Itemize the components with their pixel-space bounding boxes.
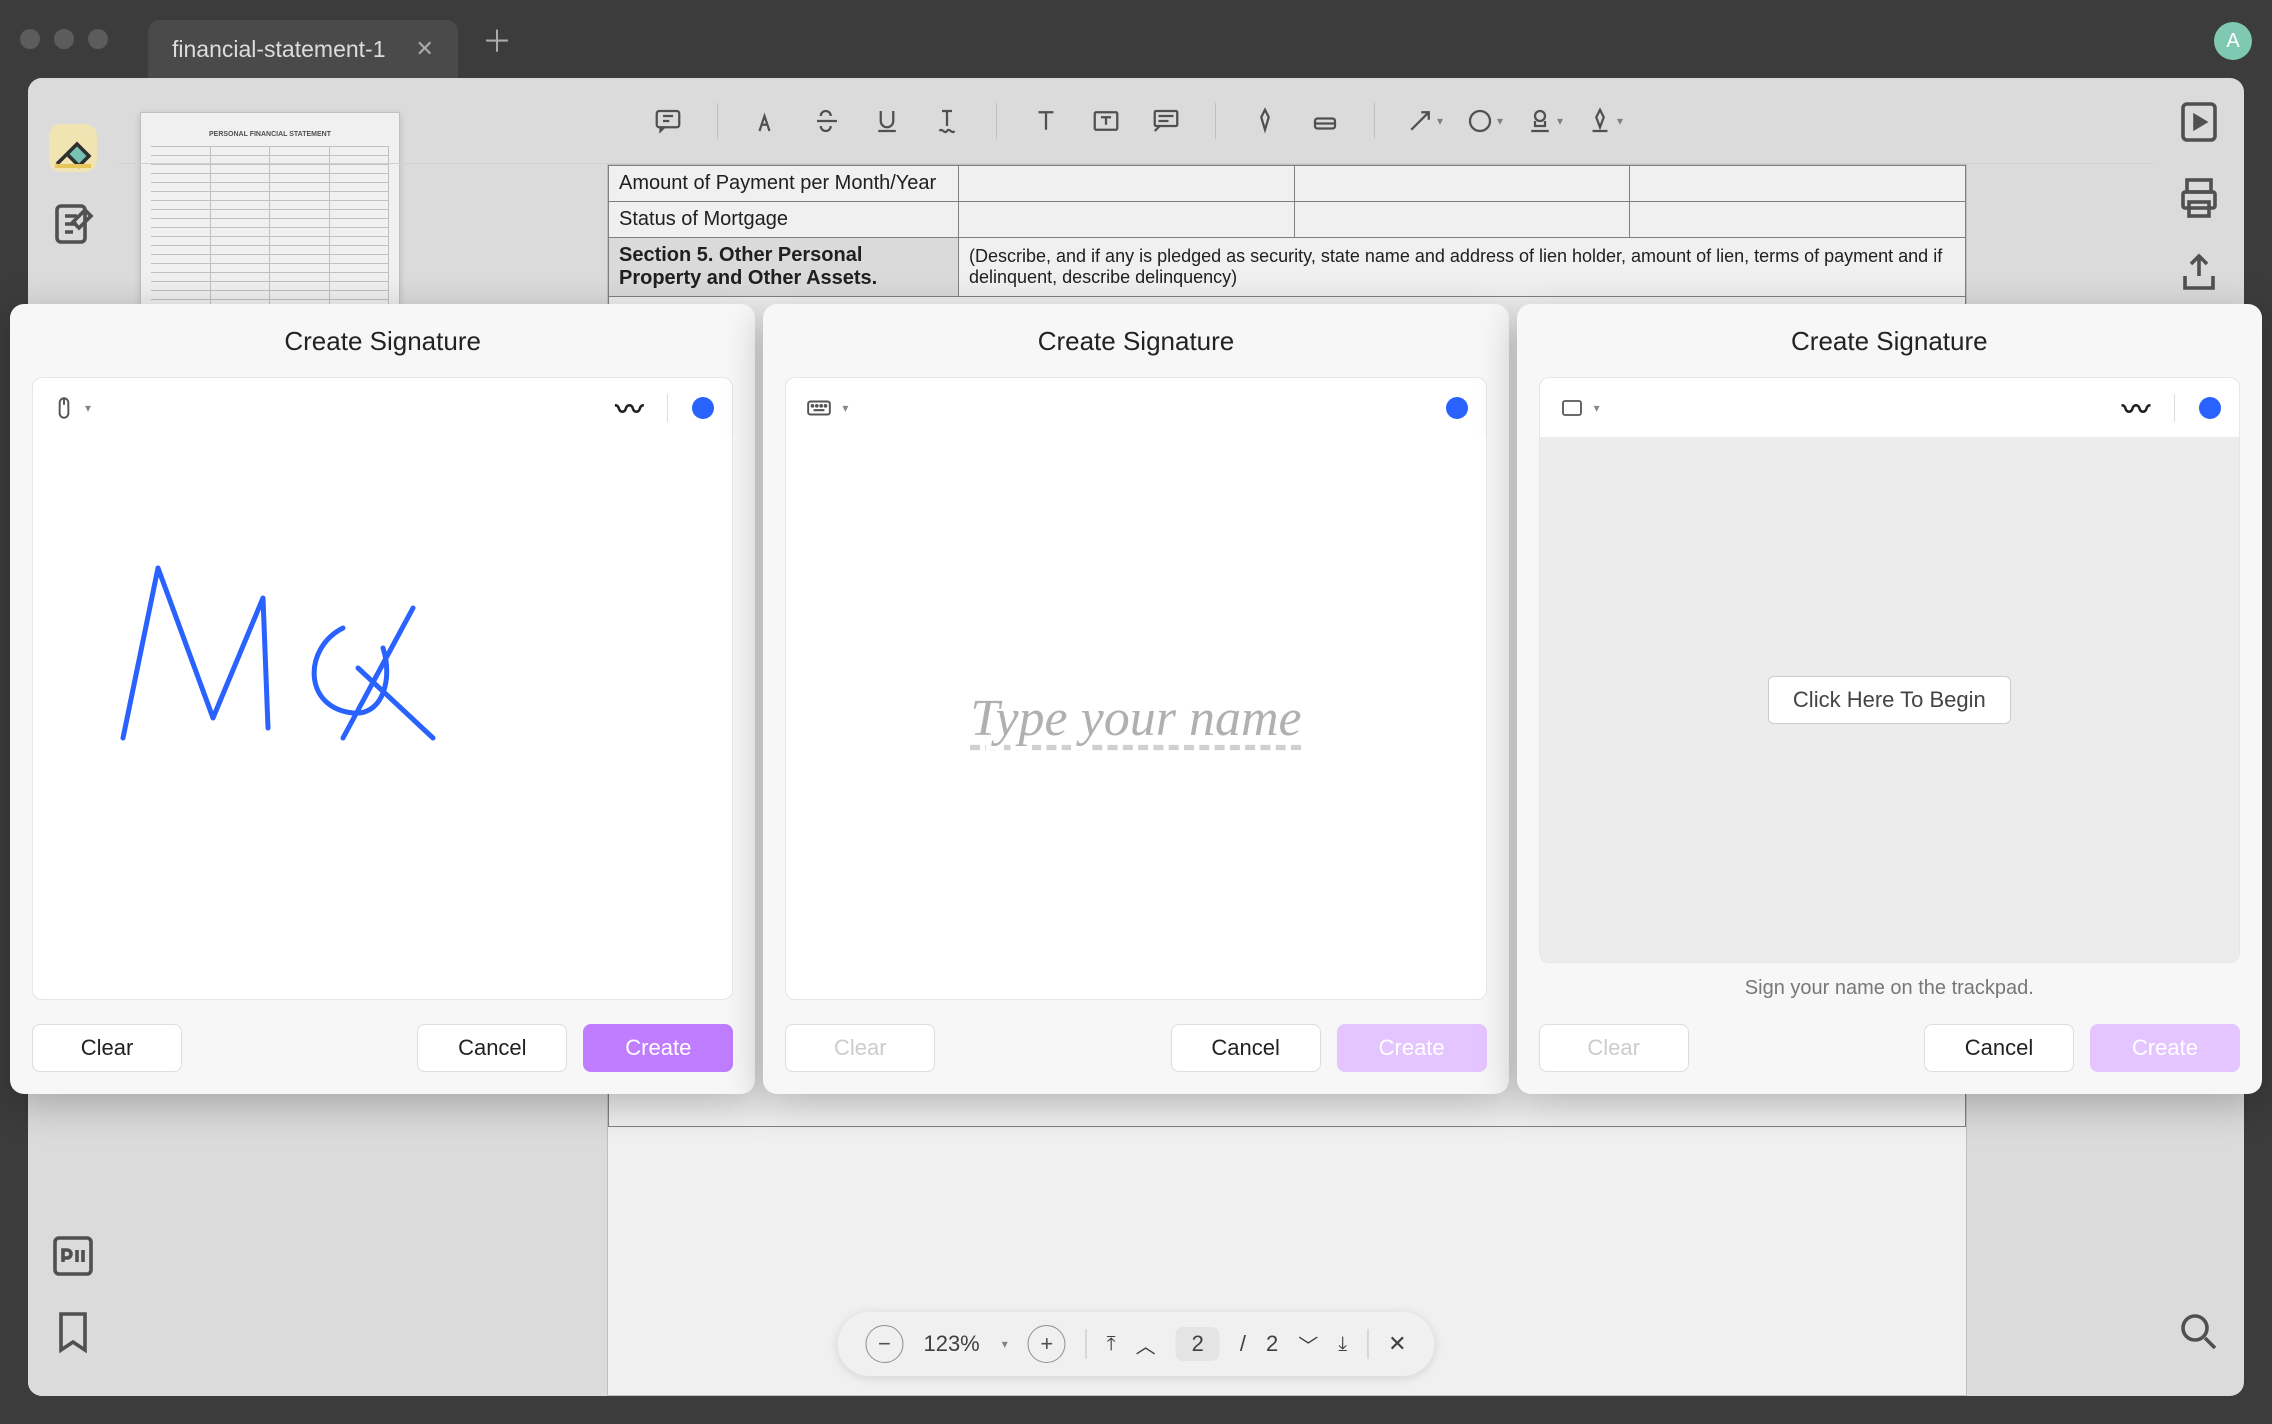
document-tab[interactable]: financial-statement-1 ✕: [148, 20, 458, 78]
zoom-out-button[interactable]: −: [865, 1325, 903, 1363]
maximize-window-button[interactable]: [88, 29, 108, 49]
bottombar-separator: [1367, 1329, 1368, 1359]
bookmark-tool-button[interactable]: [49, 1308, 97, 1356]
underline-tool-icon[interactable]: [862, 96, 912, 146]
clear-button[interactable]: Clear: [1539, 1024, 1689, 1072]
comment-tool-icon[interactable]: [643, 96, 693, 146]
search-icon[interactable]: [2175, 1308, 2223, 1356]
page-navigation-bar: − 123% ▾ + ⤒ ︿ 2 / 2 ﹀ ⤓ ✕: [837, 1312, 1434, 1376]
table-cell: Amount of Payment per Month/Year: [609, 166, 959, 202]
chevron-down-icon: ▾: [842, 401, 848, 415]
text-tool-icon[interactable]: [1021, 96, 1071, 146]
document-table: Amount of Payment per Month/Year Status …: [608, 165, 1966, 297]
trackpad-method-selector[interactable]: ▾: [1558, 396, 1600, 420]
stroke-style-icon[interactable]: 〰: [615, 388, 643, 428]
window-titlebar: financial-statement-1 ✕ ＋ A: [0, 0, 2272, 78]
stroke-style-icon[interactable]: 〰: [2122, 388, 2150, 428]
signature-canvas-trackpad[interactable]: Click Here To Begin: [1539, 437, 2240, 963]
zoom-level[interactable]: 123%: [923, 1331, 979, 1357]
signature-canvas-draw[interactable]: [32, 437, 733, 1000]
dialog-button-row: Clear Cancel Create: [785, 1024, 1486, 1072]
clear-button[interactable]: Clear: [785, 1024, 935, 1072]
print-icon[interactable]: [2175, 174, 2223, 222]
page-separator: /: [1240, 1331, 1246, 1357]
share-icon[interactable]: [2175, 250, 2223, 298]
chevron-down-icon: ▾: [1594, 401, 1600, 415]
ocr-tool-button[interactable]: [49, 1232, 97, 1280]
signature-dialogs-row: Create Signature ▾ 〰 Clear Cancel Create: [0, 304, 2272, 1094]
new-tab-button[interactable]: ＋: [482, 17, 512, 61]
color-swatch[interactable]: [692, 397, 714, 419]
create-button[interactable]: Create: [583, 1024, 733, 1072]
cancel-button[interactable]: Cancel: [1924, 1024, 2074, 1072]
textbox-tool-icon[interactable]: [1081, 96, 1131, 146]
signature-canvas-type[interactable]: Type your name: [785, 437, 1486, 1000]
avatar[interactable]: A: [2214, 22, 2252, 60]
stamp-tool-icon[interactable]: ▾: [1519, 96, 1569, 146]
shape-tool-icon[interactable]: ▾: [1459, 96, 1509, 146]
cancel-button[interactable]: Cancel: [417, 1024, 567, 1072]
dialog-title: Create Signature: [1539, 326, 2240, 357]
keyboard-method-selector[interactable]: ▾: [804, 395, 848, 421]
dialog-title: Create Signature: [785, 326, 1486, 357]
strikethrough-tool-icon[interactable]: [802, 96, 852, 146]
color-swatch[interactable]: [2199, 397, 2221, 419]
slideshow-icon[interactable]: [2175, 98, 2223, 146]
squiggly-tool-icon[interactable]: [922, 96, 972, 146]
zoom-dropdown-icon[interactable]: ▾: [1002, 1337, 1008, 1351]
arrow-tool-icon[interactable]: ▾: [1399, 96, 1449, 146]
annotation-toolbar: ▾ ▾ ▾ ▾: [118, 78, 2154, 164]
toolbar-separator: [996, 103, 997, 139]
create-button[interactable]: Create: [2090, 1024, 2240, 1072]
toolbar-separator: [1215, 103, 1216, 139]
highlighter-tool-icon[interactable]: [742, 96, 792, 146]
toolbar-separator: [1374, 103, 1375, 139]
eraser-tool-icon[interactable]: [1300, 96, 1350, 146]
close-bar-icon[interactable]: ✕: [1388, 1331, 1406, 1357]
last-page-icon[interactable]: ⤓: [1338, 1333, 1347, 1356]
current-page-input[interactable]: 2: [1176, 1327, 1220, 1361]
zoom-in-button[interactable]: +: [1028, 1325, 1066, 1363]
section-header: Section 5. Other Personal Property and O…: [609, 238, 959, 297]
signature-dialog-type: Create Signature ▾ Type your name Clear …: [763, 304, 1508, 1094]
highlight-tool-button[interactable]: [49, 124, 97, 172]
color-swatch[interactable]: [1446, 397, 1468, 419]
prev-page-icon[interactable]: ︿: [1136, 1330, 1156, 1359]
signature-type-placeholder: Type your name: [970, 689, 1301, 748]
cancel-button[interactable]: Cancel: [1171, 1024, 1321, 1072]
traffic-lights: [20, 29, 108, 49]
signature-dialog-draw: Create Signature ▾ 〰 Clear Cancel Create: [10, 304, 755, 1094]
dialog-title: Create Signature: [32, 326, 733, 357]
chevron-down-icon: ▾: [85, 401, 91, 415]
dialog-button-row: Clear Cancel Create: [32, 1024, 733, 1072]
begin-trackpad-button[interactable]: Click Here To Begin: [1768, 676, 2011, 724]
section-description: (Describe, and if any is pledged as secu…: [959, 238, 1966, 297]
avatar-letter: A: [2226, 30, 2239, 53]
clear-button[interactable]: Clear: [32, 1024, 182, 1072]
signature-method-toolbar: ▾ 〰: [1539, 377, 2240, 437]
create-button[interactable]: Create: [1337, 1024, 1487, 1072]
dialog-button-row: Clear Cancel Create: [1539, 1024, 2240, 1072]
next-page-icon[interactable]: ﹀: [1298, 1330, 1318, 1359]
signature-tool-icon[interactable]: ▾: [1579, 96, 1629, 146]
trackpad-hint: Sign your name on the trackpad.: [1539, 977, 2240, 1000]
close-tab-icon[interactable]: ✕: [416, 36, 434, 62]
drawn-signature: [103, 538, 523, 758]
mouse-method-selector[interactable]: ▾: [51, 395, 91, 421]
bottombar-separator: [1086, 1329, 1087, 1359]
pen-tool-icon[interactable]: [1240, 96, 1290, 146]
total-pages: 2: [1266, 1331, 1278, 1357]
signature-method-toolbar: ▾ 〰: [32, 377, 733, 437]
note-tool-button[interactable]: [49, 200, 97, 248]
table-cell: Status of Mortgage: [609, 202, 959, 238]
tab-title: financial-statement-1: [172, 36, 386, 63]
toolbar-separator: [717, 103, 718, 139]
close-window-button[interactable]: [20, 29, 40, 49]
signature-dialog-trackpad: Create Signature ▾ 〰 Click Here To Begin…: [1517, 304, 2262, 1094]
first-page-icon[interactable]: ⤒: [1107, 1333, 1116, 1356]
minimize-window-button[interactable]: [54, 29, 74, 49]
signature-method-toolbar: ▾: [785, 377, 1486, 437]
callout-tool-icon[interactable]: [1141, 96, 1191, 146]
